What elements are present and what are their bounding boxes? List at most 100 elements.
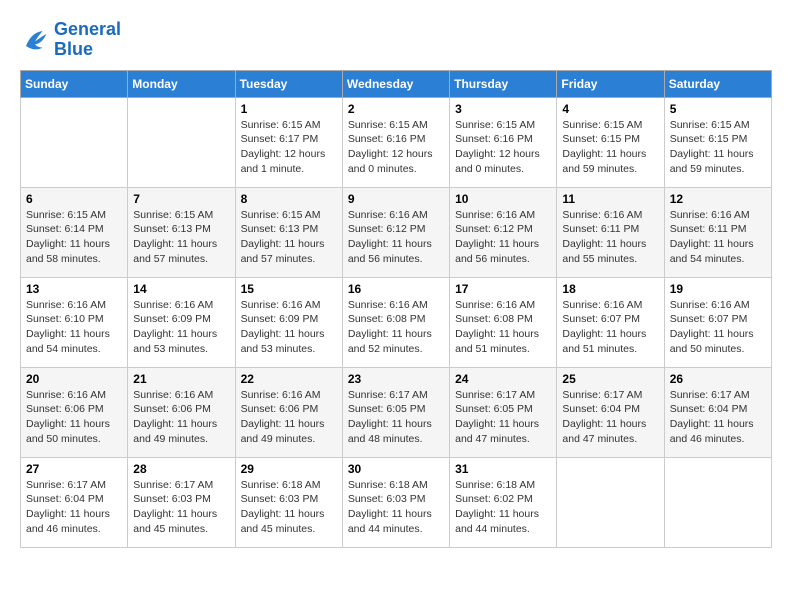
day-info: Sunrise: 6:17 AMSunset: 6:04 PMDaylight:… [26,478,122,537]
day-info: Sunrise: 6:16 AMSunset: 6:06 PMDaylight:… [26,388,122,447]
day-number: 24 [455,372,551,386]
day-number: 11 [562,192,658,206]
calendar-cell: 27 Sunrise: 6:17 AMSunset: 6:04 PMDayligh… [21,457,128,547]
weekday-header-friday: Friday [557,70,664,97]
week-row-4: 20 Sunrise: 6:16 AMSunset: 6:06 PMDayligh… [21,367,772,457]
weekday-header-tuesday: Tuesday [235,70,342,97]
weekday-header-sunday: Sunday [21,70,128,97]
calendar-cell: 19 Sunrise: 6:16 AMSunset: 6:07 PMDayligh… [664,277,771,367]
day-number: 8 [241,192,337,206]
day-info: Sunrise: 6:18 AMSunset: 6:02 PMDaylight:… [455,478,551,537]
day-number: 21 [133,372,229,386]
calendar-cell: 16Sunrise: 6:16 AMSunset: 6:08 PMDayligh… [342,277,449,367]
calendar-cell [557,457,664,547]
logo-icon [20,25,50,55]
calendar-cell: 13 Sunrise: 6:16 AMSunset: 6:10 PMDayligh… [21,277,128,367]
weekday-header-saturday: Saturday [664,70,771,97]
day-number: 19 [670,282,766,296]
day-number: 12 [670,192,766,206]
day-number: 26 [670,372,766,386]
calendar-cell: 12 Sunrise: 6:16 AMSunset: 6:11 PMDayligh… [664,187,771,277]
calendar-cell: 18 Sunrise: 6:16 AMSunset: 6:07 PMDayligh… [557,277,664,367]
day-number: 31 [455,462,551,476]
calendar-cell: 1 Sunrise: 6:15 AMSunset: 6:17 PMDaylight… [235,97,342,187]
day-info: Sunrise: 6:16 AMSunset: 6:06 PMDaylight:… [133,388,229,447]
day-info: Sunrise: 6:16 AMSunset: 6:07 PMDaylight:… [670,298,766,357]
day-info: Sunrise: 6:16 AMSunset: 6:12 PMDaylight:… [455,208,551,267]
day-number: 3 [455,102,551,116]
day-number: 17 [455,282,551,296]
day-number: 6 [26,192,122,206]
day-info: Sunrise: 6:15 AMSunset: 6:15 PMDaylight:… [670,118,766,177]
calendar-table: SundayMondayTuesdayWednesdayThursdayFrid… [20,70,772,548]
day-number: 18 [562,282,658,296]
week-row-1: 1 Sunrise: 6:15 AMSunset: 6:17 PMDaylight… [21,97,772,187]
day-number: 4 [562,102,658,116]
calendar-cell: 23Sunrise: 6:17 AMSunset: 6:05 PMDayligh… [342,367,449,457]
calendar-cell: 26Sunrise: 6:17 AMSunset: 6:04 PMDayligh… [664,367,771,457]
calendar-cell: 21 Sunrise: 6:16 AMSunset: 6:06 PMDayligh… [128,367,235,457]
day-info: Sunrise: 6:15 AMSunset: 6:16 PMDaylight:… [348,118,444,177]
day-number: 28 [133,462,229,476]
day-number: 13 [26,282,122,296]
calendar-cell: 29 Sunrise: 6:18 AMSunset: 6:03 PMDayligh… [235,457,342,547]
calendar-cell: 5 Sunrise: 6:15 AMSunset: 6:15 PMDaylight… [664,97,771,187]
day-info: Sunrise: 6:17 AMSunset: 6:05 PMDaylight:… [348,388,444,447]
day-number: 16 [348,282,444,296]
day-info: Sunrise: 6:15 AMSunset: 6:17 PMDaylight:… [241,118,337,177]
calendar-cell: 11 Sunrise: 6:16 AMSunset: 6:11 PMDayligh… [557,187,664,277]
calendar-cell: 17 Sunrise: 6:16 AMSunset: 6:08 PMDayligh… [450,277,557,367]
day-number: 22 [241,372,337,386]
weekday-header-row: SundayMondayTuesdayWednesdayThursdayFrid… [21,70,772,97]
day-number: 27 [26,462,122,476]
day-number: 20 [26,372,122,386]
day-number: 30 [348,462,444,476]
day-info: Sunrise: 6:16 AMSunset: 6:12 PMDaylight:… [348,208,444,267]
day-number: 15 [241,282,337,296]
calendar-cell: 9 Sunrise: 6:16 AMSunset: 6:12 PMDaylight… [342,187,449,277]
calendar-cell [664,457,771,547]
day-info: Sunrise: 6:16 AMSunset: 6:07 PMDaylight:… [562,298,658,357]
week-row-2: 6 Sunrise: 6:15 AMSunset: 6:14 PMDaylight… [21,187,772,277]
week-row-5: 27 Sunrise: 6:17 AMSunset: 6:04 PMDayligh… [21,457,772,547]
page-header: General Blue [20,20,772,60]
day-info: Sunrise: 6:17 AMSunset: 6:03 PMDaylight:… [133,478,229,537]
day-info: Sunrise: 6:18 AMSunset: 6:03 PMDaylight:… [348,478,444,537]
day-info: Sunrise: 6:15 AMSunset: 6:14 PMDaylight:… [26,208,122,267]
day-info: Sunrise: 6:16 AMSunset: 6:06 PMDaylight:… [241,388,337,447]
day-number: 10 [455,192,551,206]
calendar-cell: 3 Sunrise: 6:15 AMSunset: 6:16 PMDaylight… [450,97,557,187]
day-number: 1 [241,102,337,116]
day-info: Sunrise: 6:16 AMSunset: 6:10 PMDaylight:… [26,298,122,357]
week-row-3: 13 Sunrise: 6:16 AMSunset: 6:10 PMDayligh… [21,277,772,367]
day-info: Sunrise: 6:16 AMSunset: 6:09 PMDaylight:… [241,298,337,357]
weekday-header-thursday: Thursday [450,70,557,97]
day-info: Sunrise: 6:16 AMSunset: 6:11 PMDaylight:… [562,208,658,267]
weekday-header-monday: Monday [128,70,235,97]
day-number: 29 [241,462,337,476]
calendar-cell: 25Sunrise: 6:17 AMSunset: 6:04 PMDayligh… [557,367,664,457]
calendar-cell: 8 Sunrise: 6:15 AMSunset: 6:13 PMDaylight… [235,187,342,277]
calendar-cell: 2 Sunrise: 6:15 AMSunset: 6:16 PMDaylight… [342,97,449,187]
day-number: 2 [348,102,444,116]
day-number: 14 [133,282,229,296]
day-info: Sunrise: 6:16 AMSunset: 6:09 PMDaylight:… [133,298,229,357]
calendar-cell: 20 Sunrise: 6:16 AMSunset: 6:06 PMDayligh… [21,367,128,457]
day-info: Sunrise: 6:15 AMSunset: 6:16 PMDaylight:… [455,118,551,177]
calendar-cell: 7 Sunrise: 6:15 AMSunset: 6:13 PMDaylight… [128,187,235,277]
calendar-cell: 10 Sunrise: 6:16 AMSunset: 6:12 PMDayligh… [450,187,557,277]
calendar-cell: 28 Sunrise: 6:17 AMSunset: 6:03 PMDayligh… [128,457,235,547]
day-info: Sunrise: 6:16 AMSunset: 6:11 PMDaylight:… [670,208,766,267]
logo: General Blue [20,20,121,60]
day-number: 7 [133,192,229,206]
calendar-cell: 30 Sunrise: 6:18 AMSunset: 6:03 PMDayligh… [342,457,449,547]
calendar-cell: 31 Sunrise: 6:18 AMSunset: 6:02 PMDayligh… [450,457,557,547]
day-number: 9 [348,192,444,206]
day-number: 5 [670,102,766,116]
day-info: Sunrise: 6:18 AMSunset: 6:03 PMDaylight:… [241,478,337,537]
calendar-cell: 6 Sunrise: 6:15 AMSunset: 6:14 PMDaylight… [21,187,128,277]
day-info: Sunrise: 6:16 AMSunset: 6:08 PMDaylight:… [455,298,551,357]
day-info: Sunrise: 6:15 AMSunset: 6:13 PMDaylight:… [133,208,229,267]
calendar-cell [128,97,235,187]
day-info: Sunrise: 6:15 AMSunset: 6:13 PMDaylight:… [241,208,337,267]
